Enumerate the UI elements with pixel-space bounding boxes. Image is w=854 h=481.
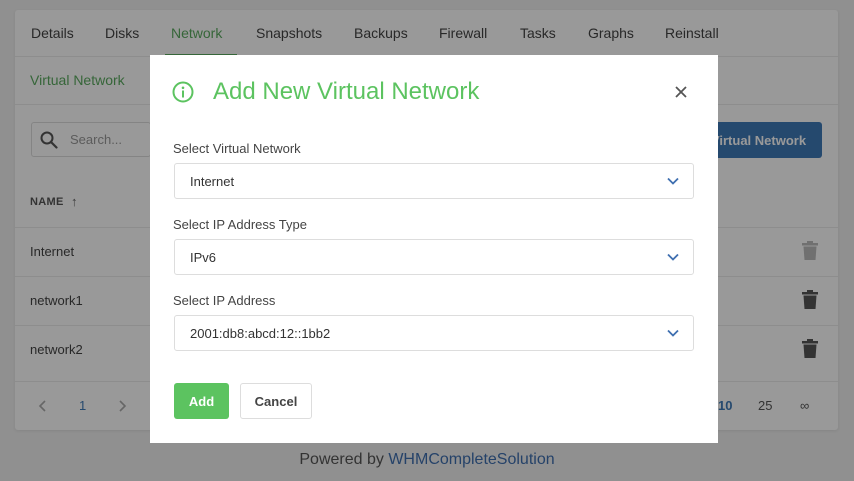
virtual-network-value: Internet <box>190 174 235 189</box>
virtual-network-select[interactable]: Internet <box>174 163 694 199</box>
ip-type-select[interactable]: IPv6 <box>174 239 694 275</box>
info-icon <box>172 81 194 103</box>
chevron-down-icon <box>667 329 679 337</box>
add-button[interactable]: Add <box>174 383 229 419</box>
ip-address-select[interactable]: 2001:db8:abcd:12::1bb2 <box>174 315 694 351</box>
cancel-button[interactable]: Cancel <box>240 383 312 419</box>
ip-address-value: 2001:db8:abcd:12::1bb2 <box>190 326 331 341</box>
ip-type-label: Select IP Address Type <box>173 217 307 232</box>
virtual-network-label: Select Virtual Network <box>173 141 301 156</box>
ip-address-label: Select IP Address <box>173 293 276 308</box>
modal-title: Add New Virtual Network <box>213 78 480 105</box>
ip-type-value: IPv6 <box>190 250 217 265</box>
add-virtual-network-modal: Add New Virtual Network Select Virtual N… <box>150 55 718 443</box>
chevron-down-icon <box>667 253 679 261</box>
close-icon[interactable] <box>674 85 688 99</box>
chevron-down-icon <box>667 177 679 185</box>
